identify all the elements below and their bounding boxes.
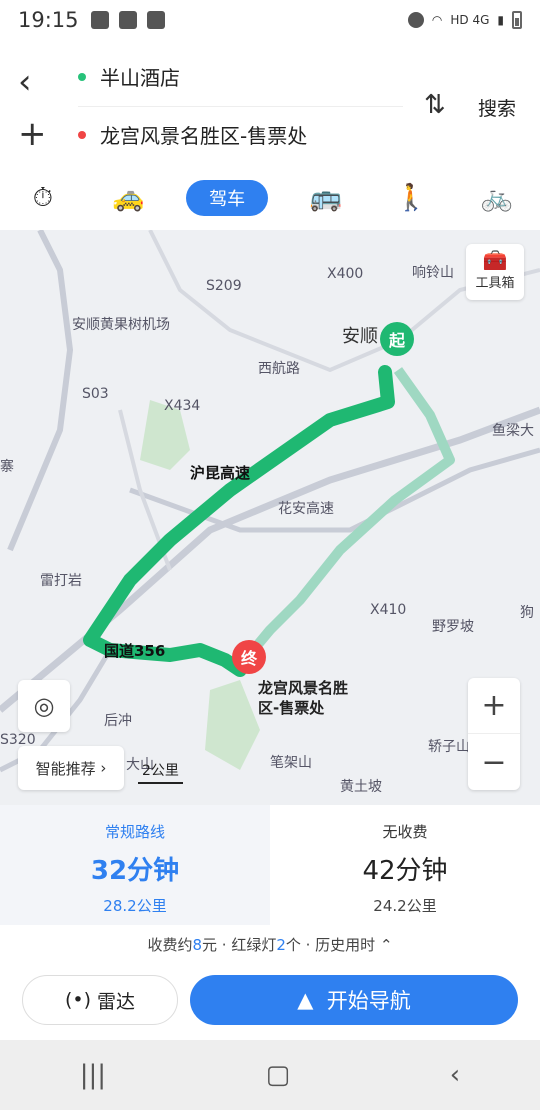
route-option-toll-free[interactable]: 无收费 42分钟 24.2公里	[270, 805, 540, 925]
status-bar: 19:15 ◠ HD 4G ▮	[0, 0, 540, 40]
map-label[interactable]: 野罗坡	[432, 616, 474, 636]
map-label: 响铃山	[412, 265, 454, 281]
start-navigation-button[interactable]: ▲ 开始导航	[190, 975, 518, 1025]
divider	[78, 106, 403, 107]
zoom-controls: + −	[468, 678, 520, 790]
add-waypoint-button[interactable]: +	[18, 116, 54, 152]
locate-button[interactable]: ◎	[18, 680, 70, 732]
map-label: 鱼梁大	[492, 423, 534, 439]
start-field[interactable]: 半山酒店	[78, 62, 180, 91]
toolbox-button[interactable]: 🧰 工具箱	[466, 244, 524, 300]
route-name: 无收费	[382, 823, 428, 841]
route-panel: ‹ + 半山酒店 龙宫风景名胜区-售票处 ⇅ 搜索 ⏱ 🚕 驾车 🚌 🚶 🚲	[0, 40, 540, 230]
map-label[interactable]: 笔架山	[270, 752, 312, 772]
start-marker[interactable]: 起	[380, 322, 414, 356]
map-label[interactable]: 安顺黄果树机场	[72, 314, 170, 334]
destination-label: 龙宫风景名胜 区-售票处	[258, 678, 348, 718]
road-label: 沪昆高速	[190, 464, 251, 482]
road	[7, 230, 74, 552]
gallery-icon	[90, 11, 109, 29]
walk-icon[interactable]: 🚶	[383, 180, 439, 216]
map-label: S03	[82, 386, 109, 402]
map-label: 安顺	[342, 326, 378, 347]
network-label: HD 4G	[450, 13, 490, 27]
traffic-light-count: 2	[276, 936, 286, 954]
route-options: 常规路线 32分钟 28.2公里 无收费 42分钟 24.2公里	[0, 805, 540, 925]
wifi-icon: ◠	[431, 13, 443, 27]
radar-icon: (•)	[64, 989, 98, 1011]
scale-bar: 2公里	[138, 760, 183, 784]
park	[205, 680, 260, 770]
radar-label: 雷达	[97, 990, 136, 1013]
map-label: X434	[164, 398, 201, 414]
map-label[interactable]: 雷打岩	[40, 570, 82, 590]
toolbox-icon: 🧰	[482, 248, 508, 272]
route-option-regular[interactable]: 常规路线 32分钟 28.2公里	[0, 805, 270, 925]
radar-button[interactable]: (•) 雷达	[22, 975, 178, 1025]
stopwatch-icon[interactable]: ⏱	[15, 180, 71, 216]
map-label: 狗	[520, 605, 534, 621]
travel-mode-tabs: ⏱ 🚕 驾车 🚌 🚶 🚲	[0, 176, 540, 220]
map-label: 寨	[0, 459, 14, 475]
system-navigation-bar: ||| ▢ ‹	[0, 1040, 540, 1110]
start-location: 半山酒店	[100, 66, 180, 90]
smart-recommend-button[interactable]: 智能推荐 ›	[18, 746, 124, 790]
bike-icon[interactable]: 🚲	[469, 180, 525, 216]
zoom-in-button[interactable]: +	[468, 678, 520, 734]
location-icon	[407, 12, 424, 28]
map-label: 花安高速	[278, 501, 334, 517]
clock: 19:15	[18, 8, 79, 32]
check-icon	[146, 11, 165, 29]
route-info[interactable]: 收费约8元 · 红绿灯2个 · 历史用时 ⌃	[0, 925, 540, 965]
map-label: S209	[206, 278, 242, 294]
route-name: 常规路线	[104, 823, 165, 841]
road-label: 国道356	[104, 642, 166, 660]
swap-icon[interactable]: ⇅	[424, 90, 460, 126]
back-button[interactable]: ‹	[18, 64, 54, 100]
map-label: 后冲	[104, 713, 132, 729]
battery-icon	[512, 11, 522, 29]
action-bar: (•) 雷达 ▲ 开始导航	[0, 965, 540, 1040]
bus-icon[interactable]: 🚌	[298, 180, 354, 216]
info-suffix: 个 · 历史用时	[285, 936, 376, 954]
end-field[interactable]: 龙宫风景名胜区-售票处	[78, 120, 307, 149]
map-view[interactable]: X400 响铃山 S209 安顺黄果树机场 安顺 西航路 鱼梁大 S03 X43…	[0, 230, 540, 805]
navigation-arrow-icon: ▲	[297, 988, 327, 1012]
crosshair-icon: ◎	[33, 692, 55, 720]
recent-apps-icon[interactable]: |||	[80, 1060, 106, 1090]
smart-recommend-label: 智能推荐	[35, 759, 96, 778]
route-time: 32分钟	[90, 856, 180, 886]
start-dot-icon	[78, 72, 86, 81]
info-prefix: 收费约	[147, 936, 193, 954]
map-label[interactable]: 轿子山	[428, 736, 470, 756]
map-label: 黄土坡	[340, 779, 382, 795]
route-distance: 24.2公里	[373, 897, 437, 915]
map-label: X400	[327, 266, 364, 282]
end-location: 龙宫风景名胜区-售票处	[100, 124, 308, 148]
back-icon[interactable]: ‹	[450, 1060, 460, 1090]
chevron-right-icon: ›	[95, 759, 107, 777]
map-label: X410	[370, 602, 407, 618]
info-middle: 元 · 红绿灯	[202, 936, 277, 954]
chevron-up-icon: ⌃	[379, 936, 393, 954]
end-marker[interactable]: 终	[232, 640, 266, 674]
toolbox-label: 工具箱	[475, 276, 515, 291]
home-icon[interactable]: ▢	[266, 1060, 291, 1090]
mail-icon	[118, 11, 137, 29]
tab-drive[interactable]: 驾车	[186, 180, 269, 216]
end-dot-icon	[78, 130, 86, 139]
destination-label-line2: 区-售票处	[258, 699, 325, 717]
road	[148, 230, 401, 373]
search-button[interactable]: 搜索	[478, 94, 516, 121]
map-label: 西航路	[258, 361, 300, 377]
taxi-icon[interactable]: 🚕	[100, 180, 156, 216]
zoom-out-button[interactable]: −	[468, 734, 520, 790]
route-time: 42分钟	[362, 856, 448, 886]
toll-amount: 8	[192, 936, 203, 954]
route-distance: 28.2公里	[103, 897, 167, 915]
signal-icon: ▮	[497, 13, 504, 27]
start-navigation-label: 开始导航	[326, 989, 411, 1013]
destination-label-line1: 龙宫风景名胜	[258, 679, 349, 697]
